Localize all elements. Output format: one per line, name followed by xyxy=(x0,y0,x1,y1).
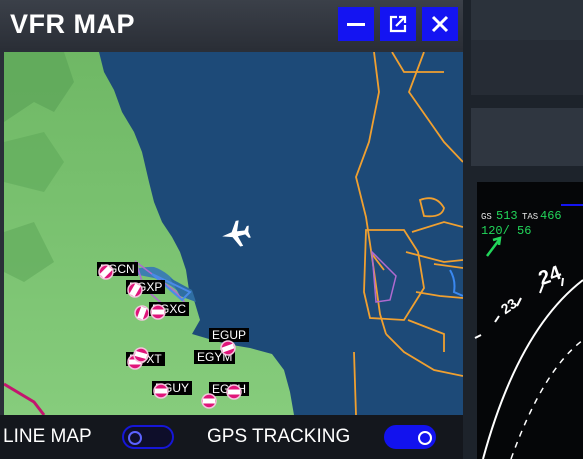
airport-icon xyxy=(153,383,169,399)
minimize-button[interactable] xyxy=(338,7,374,41)
gps-tracking-label: GPS TRACKING xyxy=(207,426,351,447)
airport-marker[interactable]: EGCN xyxy=(97,262,138,280)
popout-button[interactable] xyxy=(380,7,416,41)
toggle-knob xyxy=(128,431,142,445)
nd-wind-readout: 120/ 56 xyxy=(481,224,532,238)
line-map-toggle[interactable] xyxy=(122,425,174,449)
vfr-map-canvas[interactable]: EGCN EGXP EGXC EGUP EGYM EGUY xyxy=(4,52,463,415)
airport-icon xyxy=(201,393,217,409)
window-title-bar[interactable]: VFR MAP xyxy=(0,0,463,50)
close-button[interactable] xyxy=(422,7,458,41)
cockpit-background: GS 513 TAS 466 120/ 56 23 24 xyxy=(463,0,583,459)
nd-tas-label: TAS xyxy=(522,212,539,222)
airport-icon xyxy=(127,282,143,298)
minimize-icon xyxy=(347,23,365,26)
popout-icon xyxy=(389,15,407,33)
nd-gs-value: 513 xyxy=(496,209,518,223)
airport-marker[interactable]: EGXP xyxy=(126,280,166,298)
toggle-knob xyxy=(418,431,432,445)
airport-marker[interactable]: EGXC xyxy=(149,302,190,320)
window-title: VFR MAP xyxy=(10,9,135,39)
line-map-label: LINE MAP xyxy=(3,426,92,447)
close-icon xyxy=(431,15,449,33)
airport-icon xyxy=(220,340,236,356)
nd-gs-label: GS xyxy=(481,212,492,222)
airport-icon xyxy=(150,304,166,320)
airport-icon xyxy=(133,347,149,363)
airport-marker[interactable]: EGUY xyxy=(152,381,193,399)
gps-tracking-toggle[interactable] xyxy=(384,425,436,449)
map-options-bar: LINE MAP GPS TRACKING xyxy=(0,415,463,459)
airport-icon xyxy=(98,264,114,280)
nd-tas-value: 466 xyxy=(540,209,562,223)
airport-icon xyxy=(226,384,242,400)
vfr-map-window: VFR MAP EGCN EGXP EGXC EGUP EGYM EGUY LI… xyxy=(0,0,463,459)
